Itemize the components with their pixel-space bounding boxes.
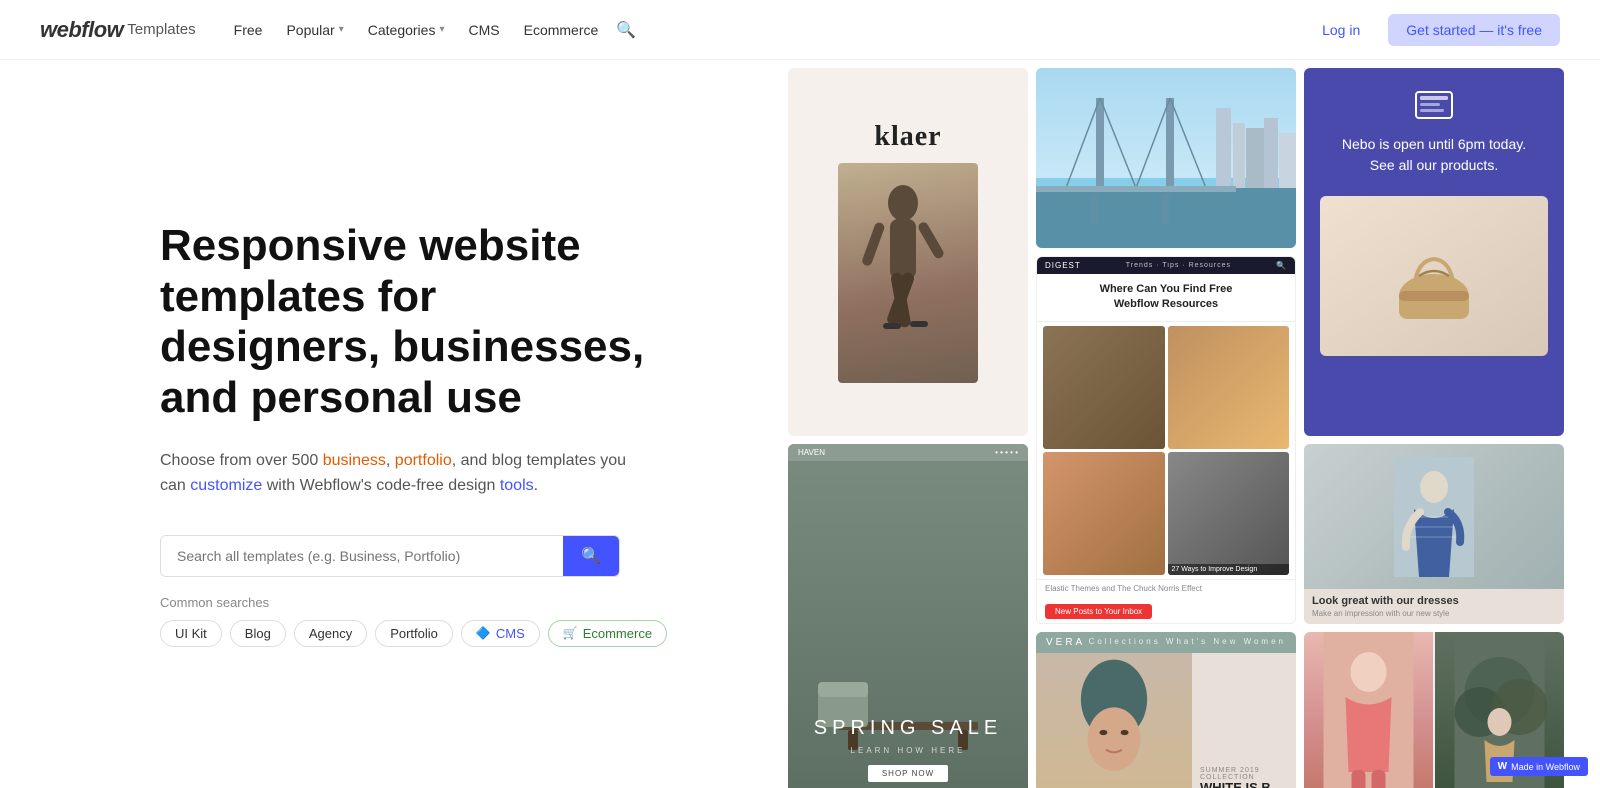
klaer-brand-name: klaer (874, 121, 941, 153)
spring-sale-title: SPRING SALE (814, 717, 1002, 740)
hero-link-customize[interactable]: customize (190, 477, 262, 494)
nav-free[interactable]: Free (224, 16, 273, 44)
preview-section: klaer (780, 60, 1600, 788)
search-input[interactable] (161, 536, 563, 576)
nebo-icon-svg (1412, 88, 1456, 122)
template-card-vera[interactable]: VERA Collections What's New Women (1036, 632, 1296, 788)
template-grid: klaer (780, 60, 1600, 788)
digest-caption: 27 Ways to Improve Design (1168, 564, 1290, 575)
nebo-product-img (1320, 196, 1548, 356)
nav-categories[interactable]: Categories▾ (358, 16, 455, 44)
template-card-digest[interactable]: DIGEST Trends · Tips · Resources 🔍 Where… (1036, 256, 1296, 624)
chevron-down-icon: ▾ (339, 24, 344, 35)
hero-desc-text1: Choose from over 500 (160, 452, 323, 469)
digest-footer: Elastic Themes and The Chuck Norris Effe… (1037, 579, 1295, 597)
vera-nav: Collections What's New Women (1089, 637, 1286, 648)
template-card-bridge[interactable] (1036, 68, 1296, 248)
vera-text-area: SUMMER 2019 COLLECTION WHITE IS B... Fro… (1192, 653, 1296, 788)
logo-text: webflow (40, 17, 123, 43)
digest-logo: DIGEST (1045, 261, 1081, 270)
hero-link-business[interactable]: business (323, 452, 386, 469)
spring-sale-sub: LEARN HOW HERE (814, 746, 1002, 755)
haven-nav-dots: • • • • • (995, 448, 1018, 457)
tag-ecommerce[interactable]: 🛒 Ecommerce (548, 620, 667, 647)
template-card-noda[interactable]: Look great with our dresses Make an impr… (1304, 444, 1564, 624)
noda-text-area: Look great with our dresses Make an impr… (1304, 589, 1564, 624)
made-in-webflow-badge: W Made in Webflow (1490, 757, 1588, 776)
nav-cms[interactable]: CMS (458, 16, 509, 44)
klaer-figure-svg (848, 173, 968, 383)
digest-img-2 (1168, 326, 1290, 449)
digest-headline: Where Can You Find FreeWebflow Resources (1037, 274, 1295, 322)
noda-model-area (1304, 444, 1564, 589)
digest-nav-links: Trends · Tips · Resources (1126, 262, 1231, 269)
hero-desc-text3: with Webflow's code-free design (262, 477, 500, 494)
search-icon[interactable]: 🔍 (616, 20, 636, 40)
vera-collection-title: WHITE IS B... (1200, 781, 1288, 788)
vera-model-svg (1036, 653, 1192, 788)
digest-search: 🔍 (1276, 261, 1287, 270)
noda-sub: Make an impression with our new style (1312, 609, 1556, 618)
vera-body: SUMMER 2019 COLLECTION WHITE IS B... Fro… (1036, 653, 1296, 788)
cart-icon: 🛒 (563, 626, 578, 640)
search-bar: 🔍 (160, 535, 620, 577)
template-card-spring-sale[interactable]: HAVEN • • • • • SPRING SALE LEARN HOW HE… (788, 444, 1028, 788)
hero-link-portfolio[interactable]: portfolio (395, 452, 452, 469)
noda-model-svg (1394, 457, 1474, 577)
klaer-figure (838, 163, 978, 383)
template-card-nebo[interactable]: Nebo is open until 6pm today.See all our… (1304, 68, 1564, 436)
digest-image-grid: 27 Ways to Improve Design (1037, 322, 1295, 579)
navbar: webflow Templates Free Popular▾ Categori… (0, 0, 1600, 60)
digest-cta-row: New Posts to Your Inbox (1037, 597, 1295, 623)
nav-links: Free Popular▾ Categories▾ CMS Ecommerce … (224, 16, 1310, 44)
hero-link-tools[interactable]: tools (500, 477, 534, 494)
hero-title: Responsive website templates for designe… (160, 221, 660, 423)
cms-icon: 🔷 (476, 626, 491, 640)
page: Responsive website templates for designe… (0, 0, 1600, 788)
fashion-card-left: Back Fish (1304, 632, 1433, 788)
tag-cms[interactable]: 🔷 CMS (461, 620, 540, 647)
tag-uikit[interactable]: UI Kit (160, 620, 222, 647)
common-searches-label: Common searches (160, 595, 720, 610)
logo-subtitle: Templates (127, 21, 195, 38)
nav-ecommerce[interactable]: Ecommerce (514, 16, 609, 44)
login-link[interactable]: Log in (1310, 16, 1372, 44)
noda-tagline: Look great with our dresses (1312, 595, 1556, 607)
tag-agency[interactable]: Agency (294, 620, 367, 647)
nav-right: Log in Get started — it's free (1310, 14, 1560, 46)
search-icon: 🔍 (581, 546, 601, 566)
haven-logo: HAVEN (798, 448, 825, 457)
vera-header: VERA Collections What's New Women (1036, 632, 1296, 653)
nav-popular[interactable]: Popular▾ (276, 16, 353, 44)
digest-img-4: 27 Ways to Improve Design (1168, 452, 1290, 575)
nebo-basket-svg (1389, 231, 1479, 321)
digest-cta[interactable]: New Posts to Your Inbox (1045, 604, 1152, 619)
vera-model-img (1036, 653, 1192, 788)
hero-description: Choose from over 500 business, portfolio… (160, 448, 640, 499)
tag-blog[interactable]: Blog (230, 620, 286, 647)
fashion-left-svg (1304, 632, 1433, 788)
nebo-text: Nebo is open until 6pm today.See all our… (1342, 134, 1526, 176)
hero-desc-comma: , (386, 452, 395, 469)
template-card-klaer[interactable]: klaer (788, 68, 1028, 436)
vera-collection-label: SUMMER 2019 COLLECTION (1200, 767, 1288, 781)
digest-nav: DIGEST Trends · Tips · Resources 🔍 (1037, 257, 1295, 274)
search-button[interactable]: 🔍 (563, 536, 619, 576)
vera-logo: VERA (1046, 637, 1085, 648)
made-in-webflow-text: Made in Webflow (1511, 762, 1580, 772)
spring-sale-text: SPRING SALE LEARN HOW HERE SHOP NOW (814, 717, 1002, 782)
hero-section: Responsive website templates for designe… (0, 60, 780, 788)
digest-img-1 (1043, 326, 1165, 449)
spring-sale-cta[interactable]: SHOP NOW (868, 765, 948, 782)
haven-nav: HAVEN • • • • • (788, 444, 1028, 461)
digest-img-3 (1043, 452, 1165, 575)
logo[interactable]: webflow Templates (40, 17, 196, 43)
tag-portfolio[interactable]: Portfolio (375, 620, 453, 647)
common-search-tags: UI Kit Blog Agency Portfolio 🔷 CMS 🛒 Eco… (160, 620, 720, 647)
webflow-w-icon: W (1498, 761, 1507, 772)
chevron-down-icon: ▾ (439, 24, 444, 35)
get-started-button[interactable]: Get started — it's free (1388, 14, 1560, 46)
bridge-svg (1036, 68, 1296, 248)
hero-desc-end: . (534, 477, 538, 494)
